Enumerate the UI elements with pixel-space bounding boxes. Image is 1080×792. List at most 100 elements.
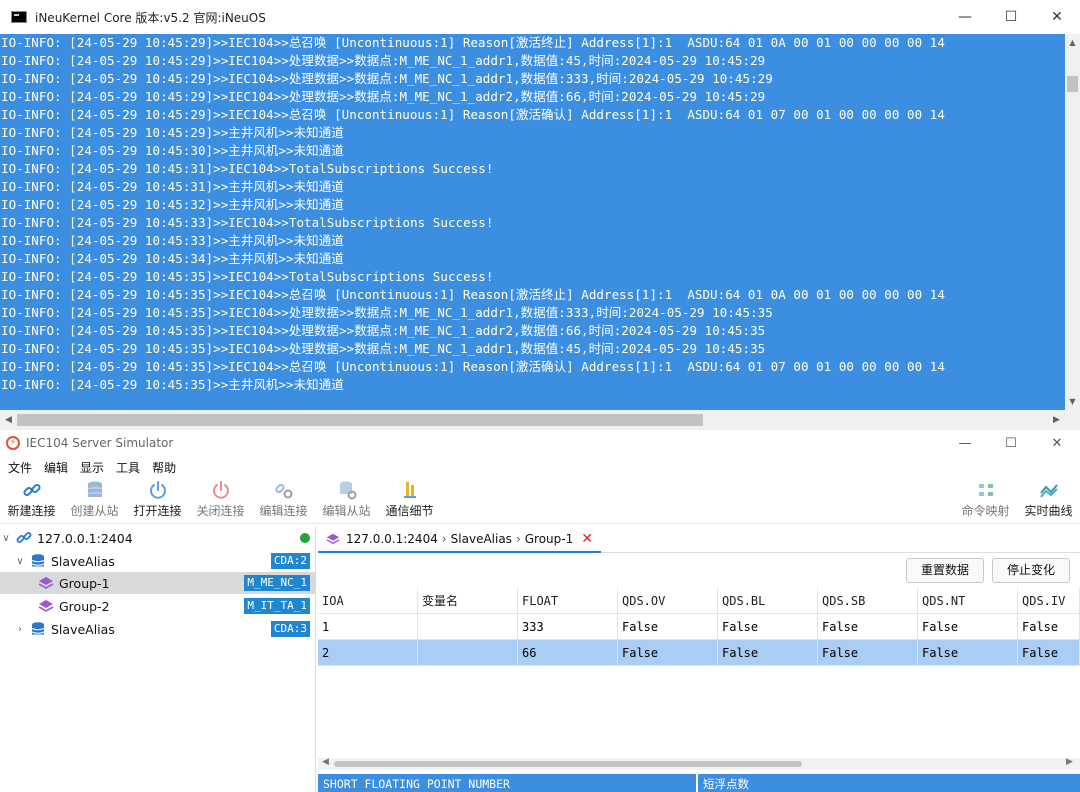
edit-slave-button[interactable]: 编辑从站	[315, 478, 378, 524]
toolbar: 新建连接 创建从站 打开连接 关闭连接 编辑连接 编辑从站 通信细节 命令映射 …	[0, 478, 1080, 524]
scroll-right-icon[interactable]: ▶	[1066, 757, 1073, 767]
log-line: IO-INFO: [24-05-29 10:45:29]>>IEC104>>总召…	[1, 107, 945, 122]
scroll-thumb[interactable]	[17, 414, 703, 426]
column-header[interactable]: IOA	[318, 588, 418, 614]
log-line: IO-INFO: [24-05-29 10:45:31]>>IEC104>>To…	[1, 161, 494, 176]
table-cell[interactable]: False	[718, 614, 818, 640]
grid-horizontal-scrollbar[interactable]: ◀ ▶	[318, 757, 1080, 770]
scroll-left-icon[interactable]: ◀	[322, 757, 329, 767]
minimize-button[interactable]: —	[942, 430, 988, 456]
maximize-button[interactable]: ☐	[988, 0, 1034, 34]
table-cell[interactable]: False	[1018, 614, 1080, 640]
scroll-right-icon[interactable]: ▶	[1048, 410, 1065, 430]
menu-edit[interactable]: 编辑	[38, 459, 74, 476]
log-line: IO-INFO: [24-05-29 10:45:35]>>IEC104>>总召…	[1, 359, 945, 374]
tab-bar: 127.0.0.1:2404 › SlaveAlias › Group-1 ✕	[318, 526, 1080, 553]
tree-item-group[interactable]: Group-1 M_ME_NC_1	[0, 572, 316, 594]
table-row[interactable]: 1 333 False False False False False	[318, 614, 1080, 640]
scroll-thumb[interactable]	[334, 761, 802, 767]
console-vertical-scrollbar[interactable]: ▲ ▼	[1065, 34, 1080, 410]
log-line: IO-INFO: [24-05-29 10:45:29]>>IEC104>>处理…	[1, 89, 766, 104]
table-cell[interactable]: False	[618, 640, 718, 666]
log-line: IO-INFO: [24-05-29 10:45:30]>>主井风机>>未知通道	[1, 143, 344, 158]
bolt-icon: ⚡	[6, 436, 20, 450]
menu-tools[interactable]: 工具	[110, 459, 146, 476]
log-line: IO-INFO: [24-05-29 10:45:29]>>IEC104>>处理…	[1, 71, 773, 86]
tree-item-connection[interactable]: ∨ 127.0.0.1:2404	[0, 527, 316, 549]
scroll-thumb[interactable]	[1067, 76, 1078, 92]
table-cell[interactable]: False	[718, 640, 818, 666]
close-button[interactable]: ✕	[1034, 430, 1080, 456]
new-connection-button[interactable]: 新建连接	[0, 478, 63, 524]
simulator-title: IEC104 Server Simulator	[26, 436, 174, 450]
line-chart-icon	[1039, 484, 1058, 498]
table-cell[interactable]: False	[618, 614, 718, 640]
console-log[interactable]: IO-INFO: [24-05-29 10:45:29]>>IEC104>>总召…	[0, 34, 1065, 410]
log-line: IO-INFO: [24-05-29 10:45:32]>>主井风机>>未知通道	[1, 197, 344, 212]
maximize-button[interactable]: ☐	[988, 430, 1034, 456]
chevron-down-icon[interactable]: ∨	[14, 556, 26, 567]
tree-item-group[interactable]: Group-2 M_IT_TA_1	[0, 595, 316, 617]
edit-connection-label: 编辑连接	[259, 504, 308, 518]
minimize-button[interactable]: —	[942, 0, 988, 34]
console-horizontal-scrollbar[interactable]: ◀ ▶	[0, 410, 1080, 430]
table-cell[interactable]: False	[818, 640, 918, 666]
column-header[interactable]: 变量名	[418, 588, 518, 614]
table-cell[interactable]: False	[818, 614, 918, 640]
close-connection-button[interactable]: 关闭连接	[189, 478, 252, 524]
breadcrumb-slave: SlaveAlias	[450, 531, 512, 546]
column-header[interactable]: QDS.BL	[718, 588, 818, 614]
tab-group-1[interactable]: 127.0.0.1:2404 › SlaveAlias › Group-1 ✕	[318, 526, 601, 553]
database-icon	[31, 622, 45, 635]
chevron-right-icon: ›	[441, 531, 447, 546]
type-badge: M_IT_TA_1	[244, 598, 310, 614]
scroll-up-icon[interactable]: ▲	[1065, 34, 1080, 51]
table-cell[interactable]: 1	[318, 614, 418, 640]
menu-view[interactable]: 显示	[74, 459, 110, 476]
stop-change-button[interactable]: 停止变化	[992, 558, 1071, 583]
console-titlebar[interactable]: iNeuKernel Core 版本:v5.2 官网:iNeuOS — ☐ ✕	[0, 0, 1080, 34]
column-header[interactable]: FLOAT	[518, 588, 618, 614]
command-map-icon	[978, 484, 993, 496]
table-cell[interactable]: False	[918, 614, 1018, 640]
column-header[interactable]: QDS.NT	[918, 588, 1018, 614]
table-cell[interactable]: False	[918, 640, 1018, 666]
command-map-button[interactable]: 命令映射	[954, 478, 1017, 524]
tree-item-slave[interactable]: ∨ SlaveAlias CDA:2	[0, 550, 316, 572]
table-header: IOA 变量名 FLOAT QDS.OV QDS.BL QDS.SB QDS.N…	[318, 588, 1080, 614]
create-slave-button[interactable]: 创建从站	[63, 478, 126, 524]
reset-data-button[interactable]: 重置数据	[906, 558, 985, 583]
tree-item-slave[interactable]: › SlaveAlias CDA:3	[0, 618, 316, 640]
comm-details-button[interactable]: 通信细节	[378, 478, 441, 524]
open-connection-button[interactable]: 打开连接	[126, 478, 189, 524]
edit-connection-button[interactable]: 编辑连接	[252, 478, 315, 524]
column-header[interactable]: QDS.IV	[1018, 588, 1080, 614]
log-line: IO-INFO: [24-05-29 10:45:35]>>IEC104>>总召…	[1, 287, 945, 302]
close-icon[interactable]: ✕	[581, 531, 593, 547]
column-header[interactable]: QDS.OV	[618, 588, 718, 614]
layers-icon	[38, 577, 54, 589]
chevron-down-icon[interactable]: ∨	[0, 533, 12, 544]
table-cell[interactable]: 66	[518, 640, 618, 666]
simulator-titlebar[interactable]: ⚡ IEC104 Server Simulator — ☐ ✕	[0, 430, 1080, 456]
type-description-bar: SHORT FLOATING POINT NUMBER 短浮点数	[318, 774, 1080, 792]
new-connection-label: 新建连接	[7, 504, 56, 518]
table-cell[interactable]: 2	[318, 640, 418, 666]
scroll-left-icon[interactable]: ◀	[0, 410, 17, 430]
chevron-right-icon[interactable]: ›	[14, 624, 26, 635]
link-icon	[16, 532, 32, 543]
table-cell[interactable]: 333	[518, 614, 618, 640]
realtime-chart-button[interactable]: 实时曲线	[1017, 478, 1080, 524]
table-cell[interactable]	[418, 640, 518, 666]
group-content: 127.0.0.1:2404 › SlaveAlias › Group-1 ✕ …	[318, 526, 1080, 792]
log-line: IO-INFO: [24-05-29 10:45:35]>>IEC104>>处理…	[1, 323, 766, 338]
log-line: IO-INFO: [24-05-29 10:45:31]>>主井风机>>未知通道	[1, 179, 344, 194]
menu-file[interactable]: 文件	[2, 459, 38, 476]
scroll-down-icon[interactable]: ▼	[1065, 393, 1080, 410]
menu-help[interactable]: 帮助	[146, 459, 182, 476]
column-header[interactable]: QDS.SB	[818, 588, 918, 614]
table-cell[interactable]	[418, 614, 518, 640]
close-button[interactable]: ✕	[1034, 0, 1080, 34]
table-cell[interactable]: False	[1018, 640, 1080, 666]
table-row[interactable]: 2 66 False False False False False	[318, 640, 1080, 666]
